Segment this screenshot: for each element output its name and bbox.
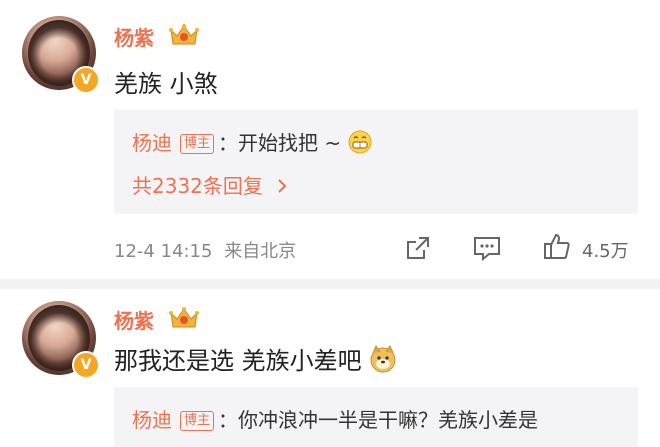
crown-badge-icon xyxy=(169,24,199,45)
blogger-tag: 博主 xyxy=(180,411,215,431)
verified-v-icon: V xyxy=(72,66,100,94)
share-icon[interactable] xyxy=(404,234,432,262)
reply-text: ：你冲浪冲一半是干嘛？羌族小差是 xyxy=(218,408,539,432)
timestamp: 12-4 14:15 xyxy=(114,241,213,262)
comment-text: 羌族 小煞 xyxy=(114,70,218,98)
location: 来自北京 xyxy=(224,241,297,262)
reply-box[interactable]: 杨迪 博主 ：你冲浪冲一半是干嘛？羌族小差是 xyxy=(114,387,638,447)
blogger-tag: 博主 xyxy=(180,134,215,154)
reply-box[interactable]: 杨迪 博主 ：开始找把 ~ 共2332条回复 xyxy=(114,110,638,214)
comment-meta: 12-4 14:15 来自北京 xyxy=(114,237,296,263)
reply-preview: 杨迪 博主 ：开始找把 ~ xyxy=(132,127,372,156)
crown-badge-icon xyxy=(169,307,199,328)
reply-text: ：开始找把 ~ xyxy=(218,131,342,155)
username[interactable]: 杨紫 xyxy=(114,305,154,334)
grin-emoji xyxy=(348,130,371,154)
comment-icon[interactable] xyxy=(472,234,502,262)
view-replies-link[interactable]: 共2332条回复 xyxy=(132,170,289,199)
divider xyxy=(0,279,660,289)
thumbs-up-icon[interactable] xyxy=(542,232,572,262)
avatar[interactable]: V xyxy=(22,301,100,379)
comment-text: 那我还是选 羌族小差吧 xyxy=(114,341,397,376)
doge-emoji xyxy=(370,345,396,373)
like-count: 4.5万 xyxy=(582,241,629,262)
chevron-right-icon xyxy=(278,179,287,193)
reply-author[interactable]: 杨迪 xyxy=(132,131,172,155)
avatar[interactable]: V xyxy=(22,16,100,94)
reply-preview: 杨迪 博主 ：你冲浪冲一半是干嘛？羌族小差是 xyxy=(132,404,538,433)
verified-v-icon: V xyxy=(72,351,100,379)
username[interactable]: 杨紫 xyxy=(114,22,154,51)
reply-author[interactable]: 杨迪 xyxy=(132,408,172,432)
